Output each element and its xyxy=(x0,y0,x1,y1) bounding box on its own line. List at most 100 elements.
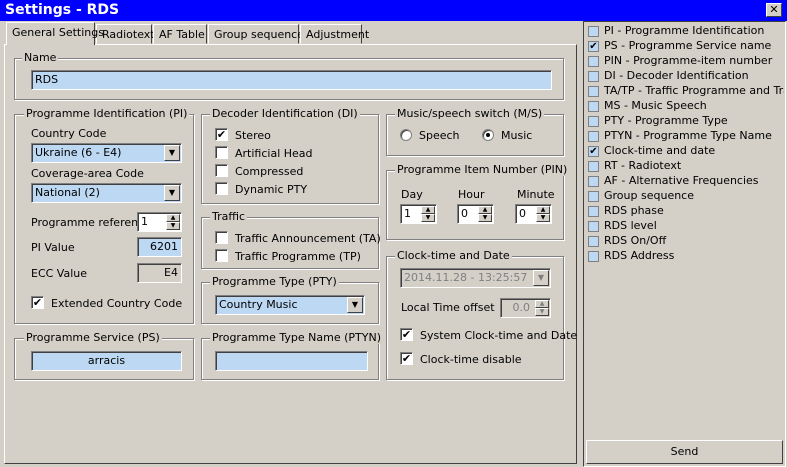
sidebar-item-label: Group sequence xyxy=(604,189,694,202)
sidebar-item-pty[interactable]: PTY - Programme Type xyxy=(588,114,784,129)
traffic-programme-checkbox[interactable] xyxy=(215,249,228,262)
day-value: 1 xyxy=(404,207,411,220)
sidebar-item-ms[interactable]: MS - Music Speech xyxy=(588,99,784,114)
sidebar-item-label: PTYN - Programme Type Name xyxy=(604,129,772,142)
sidebar-checkbox[interactable] xyxy=(588,220,599,232)
chevron-down-icon[interactable]: ▼ xyxy=(164,145,180,161)
sidebar-checkbox[interactable] xyxy=(588,55,599,67)
spin-up-icon[interactable]: ▲ xyxy=(421,206,435,214)
traffic-announcement-label: Traffic Announcement (TA) xyxy=(235,232,381,245)
spin-down-icon[interactable]: ▼ xyxy=(421,214,435,222)
sidebar-checkbox[interactable] xyxy=(588,130,599,142)
spin-up-icon[interactable]: ▲ xyxy=(535,300,549,308)
hour-stepper[interactable]: 0 ▲ ▼ xyxy=(457,204,494,224)
sidebar-item-rds-on-off[interactable]: RDS On/Off xyxy=(588,234,784,249)
day-stepper[interactable]: 1 ▲ ▼ xyxy=(400,204,437,224)
tab-group-sequence[interactable]: Group sequence xyxy=(208,24,304,44)
dynamic-pty-checkbox[interactable] xyxy=(215,182,228,195)
sidebar-item-label: MS - Music Speech xyxy=(604,99,707,112)
sidebar-checkbox[interactable] xyxy=(588,205,599,217)
sidebar-item-af[interactable]: AF - Alternative Frequencies xyxy=(588,174,784,189)
sidebar-item-di[interactable]: DI - Decoder Identification xyxy=(588,69,784,84)
sidebar-item-pi[interactable]: PI - Programme Identification xyxy=(588,24,784,39)
programme-type-select[interactable]: Country Music ▼ xyxy=(215,295,365,315)
spin-buttons[interactable]: ▲ ▼ xyxy=(421,206,435,222)
spin-up-icon[interactable]: ▲ xyxy=(478,206,492,214)
artificial-head-checkbox[interactable] xyxy=(215,146,228,159)
sidebar-item-ptyn[interactable]: PTYN - Programme Type Name xyxy=(588,129,784,144)
chevron-down-icon[interactable]: ▼ xyxy=(533,270,549,286)
datetime-select[interactable]: 2014.11.28 - 13:25:57 ▼ xyxy=(400,268,551,288)
local-time-offset-stepper[interactable]: 0.0 ▲ ▼ xyxy=(500,298,551,318)
name-input[interactable]: RDS xyxy=(31,70,552,90)
day-label: Day xyxy=(401,188,423,201)
pin-legend: Programme Item Number (PIN) xyxy=(395,163,570,176)
sidebar-item-rds-level[interactable]: RDS level xyxy=(588,219,784,234)
pi-value-label: PI Value xyxy=(31,241,75,254)
dynamic-pty-label: Dynamic PTY xyxy=(235,183,308,196)
music-radio[interactable] xyxy=(482,129,494,141)
spin-up-icon[interactable]: ▲ xyxy=(166,214,180,222)
minute-stepper[interactable]: 0 ▲ ▼ xyxy=(515,204,552,224)
sidebar-checkbox[interactable] xyxy=(588,25,599,37)
sidebar-checkbox[interactable] xyxy=(588,160,599,172)
close-button[interactable]: ✕ xyxy=(766,3,782,17)
traffic-announcement-checkbox[interactable] xyxy=(215,231,228,244)
spin-down-icon[interactable]: ▼ xyxy=(478,214,492,222)
tab-general-settings[interactable]: General Settings xyxy=(6,22,104,45)
spin-buttons[interactable]: ▲ ▼ xyxy=(535,300,549,316)
extended-country-code-checkbox[interactable]: ✔ xyxy=(31,296,44,309)
send-button[interactable]: Send xyxy=(586,440,783,464)
coverage-area-select[interactable]: National (2) ▼ xyxy=(31,183,182,203)
spin-buttons[interactable]: ▲ ▼ xyxy=(478,206,492,222)
sidebar-item-label: RDS phase xyxy=(604,204,664,217)
spin-buttons[interactable]: ▲ ▼ xyxy=(166,214,180,230)
programme-service-input[interactable]: arracis xyxy=(31,351,182,371)
country-code-select[interactable]: Ukraine (6 - E4) ▼ xyxy=(31,143,182,163)
spin-buttons[interactable]: ▲ ▼ xyxy=(536,206,550,222)
spin-up-icon[interactable]: ▲ xyxy=(536,206,550,214)
sidebar-checkbox[interactable]: ✔ xyxy=(588,40,599,52)
sidebar-item-ps[interactable]: ✔ PS - Programme Service name xyxy=(588,39,784,54)
spin-down-icon[interactable]: ▼ xyxy=(166,222,180,230)
sidebar-item-rds-phase[interactable]: RDS phase xyxy=(588,204,784,219)
name-legend: Name xyxy=(22,51,59,64)
chevron-down-icon[interactable]: ▼ xyxy=(347,297,363,313)
sidebar-checkbox[interactable] xyxy=(588,190,599,202)
sidebar-item-rt[interactable]: RT - Radiotext xyxy=(588,159,784,174)
compressed-checkbox[interactable] xyxy=(215,164,228,177)
sidebar-checkbox[interactable] xyxy=(588,70,599,82)
sidebar-checkbox[interactable]: ✔ xyxy=(588,145,599,157)
speech-radio[interactable] xyxy=(400,129,412,141)
sidebar-checkbox[interactable] xyxy=(588,175,599,187)
sidebar-checkbox[interactable] xyxy=(588,250,599,262)
programme-reference-stepper[interactable]: 1 ▲ ▼ xyxy=(137,212,182,232)
local-time-offset-label: Local Time offset xyxy=(401,301,495,314)
sidebar-checkbox[interactable] xyxy=(588,115,599,127)
sidebar-item-label: RT - Radiotext xyxy=(604,159,682,172)
sidebar-checkbox[interactable] xyxy=(588,235,599,247)
sidebar-item-pin[interactable]: PIN - Programme-item number xyxy=(588,54,784,69)
sidebar-checkbox[interactable] xyxy=(588,100,599,112)
sidebar-item-clock-time[interactable]: ✔ Clock-time and date xyxy=(588,144,784,159)
spin-down-icon[interactable]: ▼ xyxy=(536,214,550,222)
tab-af-table[interactable]: AF Table xyxy=(153,24,207,44)
clock-time-disable-checkbox[interactable]: ✔ xyxy=(400,352,413,365)
tab-radiotext[interactable]: Radiotext xyxy=(96,24,155,44)
sidebar-item-label: PI - Programme Identification xyxy=(604,24,765,37)
coverage-area-value: National (2) xyxy=(35,186,100,199)
sidebar-checkbox[interactable] xyxy=(588,85,599,97)
programme-type-name-input[interactable] xyxy=(215,351,368,371)
local-time-offset-value: 0.0 xyxy=(512,301,531,314)
minute-label: Minute xyxy=(517,188,555,201)
sidebar-item-group-sequence[interactable]: Group sequence xyxy=(588,189,784,204)
sidebar-item-rds-address[interactable]: RDS Address xyxy=(588,249,784,264)
country-code-value: Ukraine (6 - E4) xyxy=(35,146,122,159)
sidebar-item-ta-tp[interactable]: TA/TP - Traffic Programme and Traffic xyxy=(588,84,784,99)
music-label: Music xyxy=(501,129,533,142)
system-clock-time-checkbox[interactable]: ✔ xyxy=(400,328,413,341)
tab-adjustment[interactable]: Adjustment xyxy=(300,24,369,44)
stereo-checkbox[interactable]: ✔ xyxy=(215,128,228,141)
chevron-down-icon[interactable]: ▼ xyxy=(164,185,180,201)
spin-down-icon[interactable]: ▼ xyxy=(535,308,549,316)
